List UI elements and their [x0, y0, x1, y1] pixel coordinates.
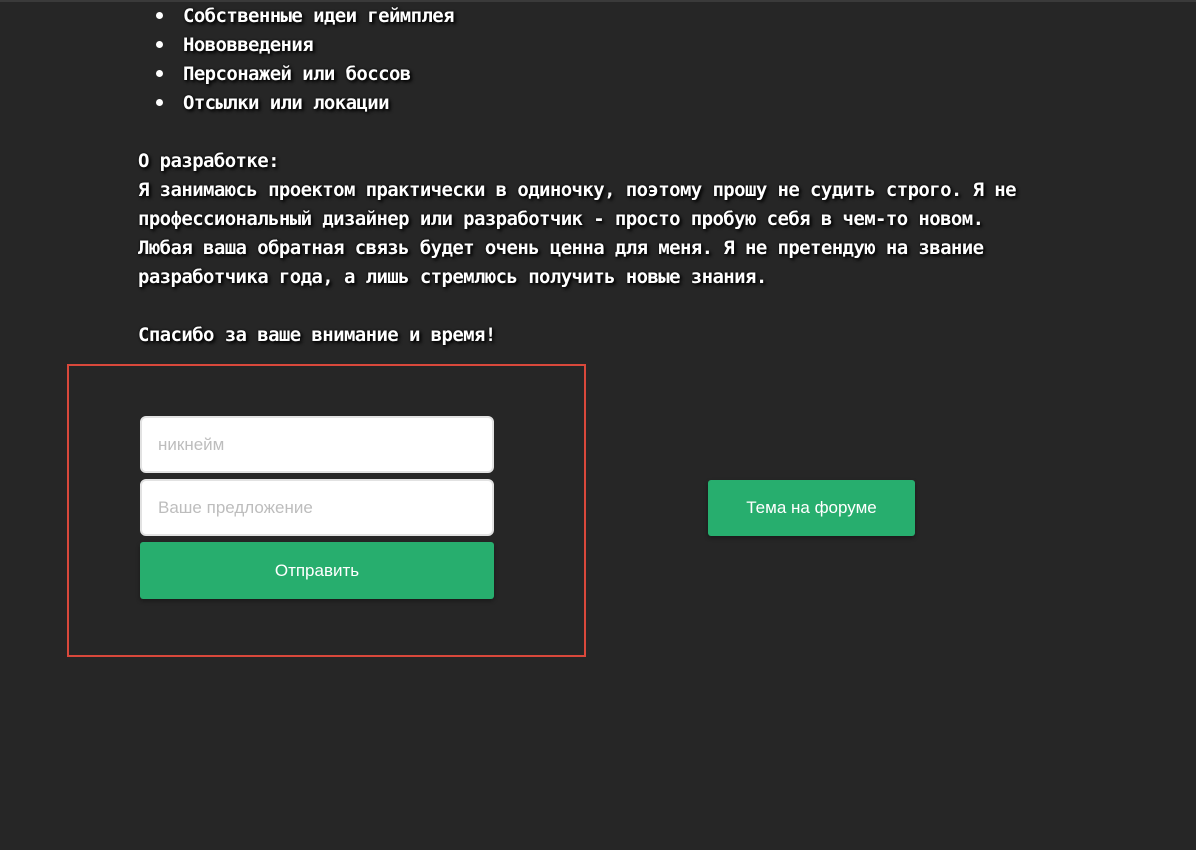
suggestion-form: Отправить — [67, 364, 586, 657]
suggestion-input[interactable] — [140, 479, 494, 536]
description-content: Собственные идеи геймплея Нововведения П… — [138, 2, 1058, 369]
bullet-icon — [156, 12, 163, 19]
list-item-text: Собственные идеи геймплея — [183, 5, 455, 27]
about-section: О разработке: Я занимаюсь проектом практ… — [138, 147, 1058, 292]
list-item: Нововведения — [138, 31, 1058, 60]
thanks-message: Спасибо за ваше внимание и время! — [138, 324, 496, 346]
bullet-icon — [156, 70, 163, 77]
bullet-icon — [156, 99, 163, 106]
page: Собственные идеи геймплея Нововведения П… — [0, 0, 1196, 850]
list-item-text: Нововведения — [183, 34, 314, 56]
about-line: Любая ваша обратная связь будет очень це… — [138, 237, 984, 259]
suggestion-topics-list: Собственные идеи геймплея Нововведения П… — [138, 2, 1058, 118]
forum-topic-button[interactable]: Тема на форуме — [708, 480, 915, 536]
about-line: разработчика года, а лишь стремлюсь полу… — [138, 266, 767, 288]
submit-button[interactable]: Отправить — [140, 542, 494, 599]
list-item-text: Отсылки или локации — [183, 92, 390, 114]
list-item: Отсылки или локации — [138, 89, 1058, 118]
list-item: Собственные идеи геймплея — [138, 2, 1058, 31]
list-item: Персонажей или боссов — [138, 60, 1058, 89]
nickname-input[interactable] — [140, 416, 494, 473]
about-line: Я занимаюсь проектом практически в одино… — [138, 179, 1017, 201]
list-item-text: Персонажей или боссов — [183, 63, 411, 85]
about-heading: О разработке: — [138, 150, 280, 172]
bullet-icon — [156, 41, 163, 48]
about-line: профессиональный дизайнер или разработчи… — [138, 208, 984, 230]
